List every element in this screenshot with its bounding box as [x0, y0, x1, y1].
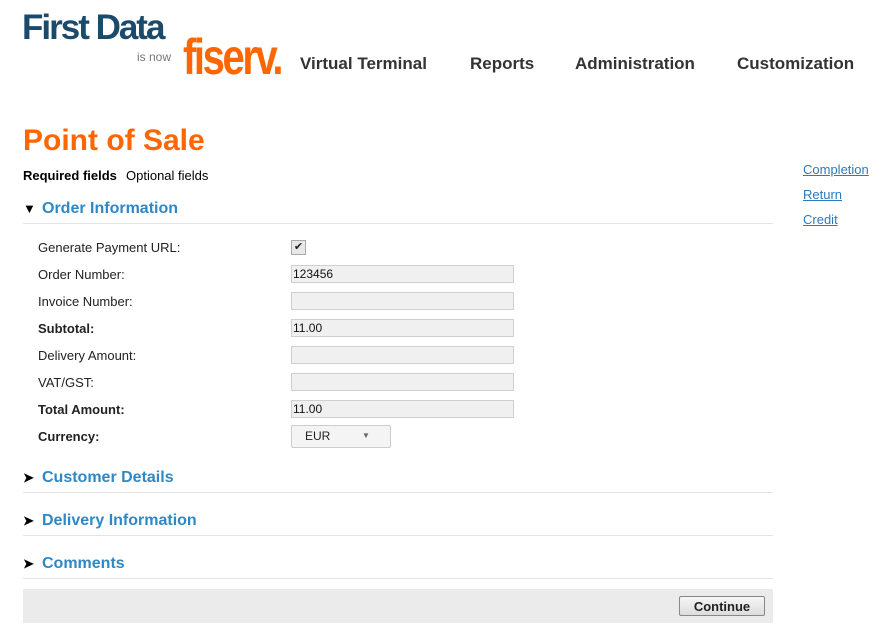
section-title: Delivery Information	[42, 512, 197, 529]
divider	[23, 223, 773, 224]
nav-customization[interactable]: Customization	[737, 54, 854, 74]
section-title: Comments	[42, 555, 125, 572]
chevron-right-icon: ➤	[23, 513, 34, 528]
total-amount-label: Total Amount:	[38, 402, 125, 417]
invoice-number-input[interactable]	[291, 292, 514, 310]
vat-input[interactable]	[291, 373, 514, 391]
fiserv-logo: fiserv.	[183, 29, 283, 85]
section-delivery-information[interactable]: ➤ Delivery Information	[23, 512, 197, 530]
link-credit[interactable]: Credit	[803, 212, 838, 227]
chevron-right-icon: ➤	[23, 470, 34, 485]
section-customer-details[interactable]: ➤ Customer Details	[23, 469, 174, 487]
section-title: Order Information	[42, 200, 179, 217]
generate-url-label: Generate Payment URL:	[38, 240, 181, 255]
order-number-input[interactable]: 123456	[291, 265, 514, 283]
vat-label: VAT/GST:	[38, 375, 94, 390]
currency-label: Currency:	[38, 429, 100, 444]
link-return[interactable]: Return	[803, 187, 842, 202]
logo-is-now: is now	[137, 50, 172, 64]
section-title: Customer Details	[42, 469, 174, 486]
generate-url-checkbox[interactable]: ✔	[291, 240, 306, 255]
required-fields-toggle[interactable]: Required fields	[23, 168, 117, 183]
page-title: Point of Sale	[23, 124, 205, 157]
delivery-amount-label: Delivery Amount:	[38, 348, 137, 363]
divider	[23, 578, 773, 579]
delivery-amount-input[interactable]	[291, 346, 514, 364]
continue-button[interactable]: Continue	[679, 596, 765, 616]
order-number-label: Order Number:	[38, 267, 125, 282]
link-completion[interactable]: Completion	[803, 162, 869, 177]
invoice-number-label: Invoice Number:	[38, 294, 133, 309]
subtotal-input[interactable]: 11.00	[291, 319, 514, 337]
currency-select[interactable]: EUR ▼	[291, 425, 391, 448]
currency-value: EUR	[305, 429, 331, 443]
section-order-information[interactable]: ▼ Order Information	[23, 200, 178, 218]
section-comments[interactable]: ➤ Comments	[23, 555, 125, 573]
chevron-right-icon: ➤	[23, 556, 34, 571]
divider	[23, 492, 773, 493]
chevron-down-icon: ▼	[23, 201, 36, 216]
subtotal-label: Subtotal:	[38, 321, 95, 336]
first-data-logo: First Data	[22, 8, 165, 47]
nav-virtual-terminal[interactable]: Virtual Terminal	[300, 54, 427, 74]
total-amount-input[interactable]: 11.00	[291, 400, 514, 418]
nav-reports[interactable]: Reports	[470, 54, 534, 74]
caret-down-icon: ▼	[362, 431, 370, 440]
optional-fields-toggle[interactable]: Optional fields	[126, 168, 208, 183]
divider	[23, 535, 773, 536]
footer-bar	[23, 589, 773, 623]
nav-administration[interactable]: Administration	[575, 54, 695, 74]
